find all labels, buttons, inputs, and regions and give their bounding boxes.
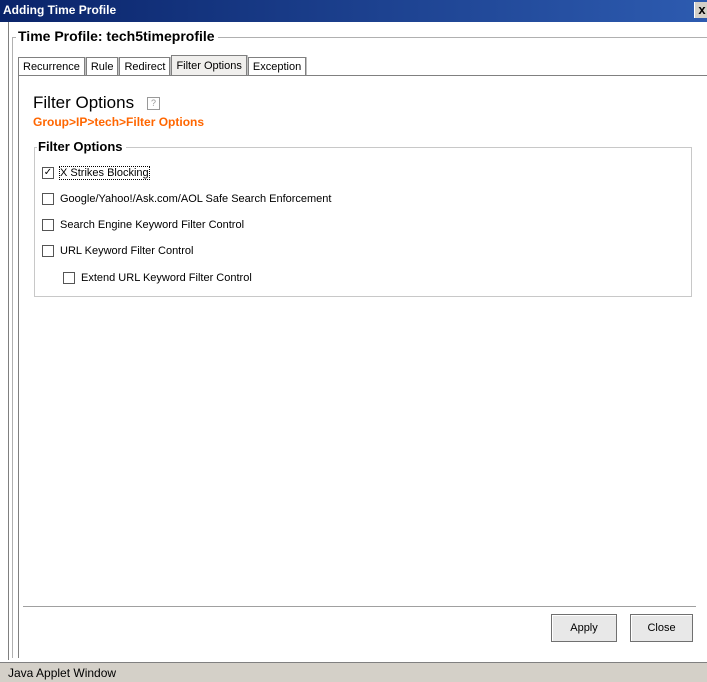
option-label: X Strikes Blocking xyxy=(59,166,150,180)
option-label: URL Keyword Filter Control xyxy=(60,245,194,257)
tab-filter-options[interactable]: Filter Options xyxy=(171,55,247,76)
tab-rule[interactable]: Rule xyxy=(85,57,119,76)
apply-button[interactable]: Apply xyxy=(551,614,617,642)
option-extend-url-keyword-filter[interactable]: Extend URL Keyword Filter Control xyxy=(63,272,252,284)
tab-exception[interactable]: Exception xyxy=(247,57,307,76)
status-text: Java Applet Window xyxy=(8,666,117,680)
window-title: Adding Time Profile xyxy=(3,3,117,17)
option-search-engine-keyword-filter[interactable]: Search Engine Keyword Filter Control xyxy=(42,219,244,231)
safe-search-checkbox[interactable] xyxy=(42,193,54,205)
option-safe-search-enforcement[interactable]: Google/Yahoo!/Ask.com/AOL Safe Search En… xyxy=(42,193,331,205)
option-url-keyword-filter[interactable]: URL Keyword Filter Control xyxy=(42,245,193,257)
breadcrumb: Group>IP>tech>Filter Options xyxy=(33,115,205,129)
search-engine-keyword-checkbox[interactable] xyxy=(42,219,54,231)
help-icon[interactable]: ? xyxy=(147,97,160,110)
filter-options-legend: Filter Options xyxy=(37,139,126,154)
close-button[interactable]: Close xyxy=(630,614,693,642)
option-label: Google/Yahoo!/Ask.com/AOL Safe Search En… xyxy=(60,193,332,205)
url-keyword-checkbox[interactable] xyxy=(42,245,54,257)
profile-title: Time Profile: tech5timeprofile xyxy=(16,28,218,44)
option-label: Search Engine Keyword Filter Control xyxy=(60,219,245,231)
title-bar: Adding Time Profile x xyxy=(0,0,707,22)
status-bar: Java Applet Window xyxy=(0,662,707,682)
tab-recurrence[interactable]: Recurrence xyxy=(18,57,85,76)
tab-redirect[interactable]: Redirect xyxy=(119,57,171,76)
x-strikes-blocking-checkbox[interactable]: ✓ xyxy=(42,167,54,179)
option-label: Extend URL Keyword Filter Control xyxy=(81,272,252,284)
option-x-strikes-blocking[interactable]: ✓ X Strikes Blocking xyxy=(42,166,150,180)
tab-strip: Recurrence Rule Redirect Filter Options … xyxy=(18,55,307,76)
extend-url-keyword-checkbox[interactable] xyxy=(63,272,75,284)
close-icon[interactable]: x xyxy=(694,2,707,18)
page-title: Filter Options xyxy=(33,93,135,112)
footer-divider xyxy=(23,606,696,608)
